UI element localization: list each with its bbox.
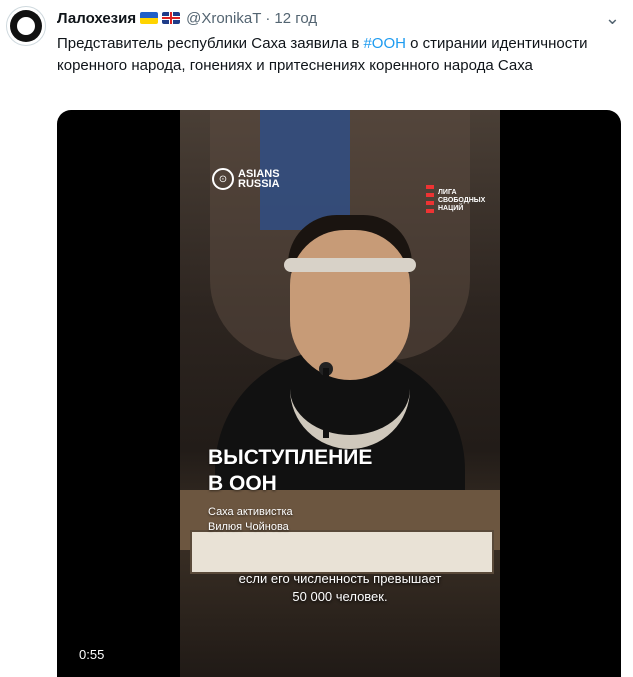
video-title-line2: В ООН <box>208 472 277 495</box>
uk-flag-icon <box>162 12 181 24</box>
tweet-text: Представитель республики Саха заявила в … <box>57 33 617 77</box>
avatar[interactable] <box>6 6 46 46</box>
nameplate <box>190 530 494 574</box>
hashtag-link[interactable]: #ООН <box>363 35 406 52</box>
video-frame[interactable]: ⊙ ASIANS RUSSIA ЛИГА СВОБОДНЫХ НАЦИЙ ВЫС… <box>180 110 500 677</box>
ukraine-flag-icon <box>140 12 159 24</box>
league-logo-icon <box>426 185 434 217</box>
tweet-time[interactable]: 12 год <box>274 10 317 27</box>
avatar-logo-icon <box>10 10 42 42</box>
speaker-face <box>290 230 410 380</box>
tweet-text-before: Представитель республики Саха заявила в <box>57 35 364 52</box>
video-title: ВЫСТУПЛЕНИЕ В ООН <box>208 445 372 497</box>
video-subtitle: Саха активистка Вилюя Чойнова <box>208 505 293 535</box>
more-icon[interactable]: ⌄ <box>605 8 621 29</box>
video-caption-line1: если его численность превышает <box>238 571 442 586</box>
speaker-headband <box>284 258 416 272</box>
logo-right-line1: ЛИГА <box>438 189 457 196</box>
video-title-line1: ВЫСТУПЛЕНИЕ <box>208 446 373 469</box>
logo-right-line3: НАЦИЙ <box>438 205 464 212</box>
video-subtitle-line1: Саха активистка <box>208 506 293 518</box>
video-caption: если его численность превышает 50 000 че… <box>180 570 500 606</box>
league-logo: ЛИГА СВОБОДНЫХ НАЦИЙ <box>426 185 485 217</box>
tweet-header: Лалохезия @XronikaT · 12 год <box>57 8 317 28</box>
asians-russia-logo: ⊙ ASIANS RUSSIA <box>212 168 280 190</box>
logo-right-line2: СВОБОДНЫХ <box>438 197 486 204</box>
author-name[interactable]: Лалохезия <box>57 10 136 27</box>
logo-left-line2: RUSSIA <box>238 178 280 190</box>
asians-logo-icon: ⊙ <box>212 168 234 190</box>
author-handle[interactable]: @XronikaT <box>186 10 261 27</box>
video-duration: 0:55 <box>79 647 105 662</box>
video-subtitle-line2: Вилюя Чойнова <box>208 521 289 533</box>
microphone-stand <box>323 368 329 438</box>
separator-dot: · <box>265 9 271 27</box>
video-caption-line2: 50 000 человек. <box>292 589 388 604</box>
video-player[interactable]: ⊙ ASIANS RUSSIA ЛИГА СВОБОДНЫХ НАЦИЙ ВЫС… <box>57 110 621 677</box>
